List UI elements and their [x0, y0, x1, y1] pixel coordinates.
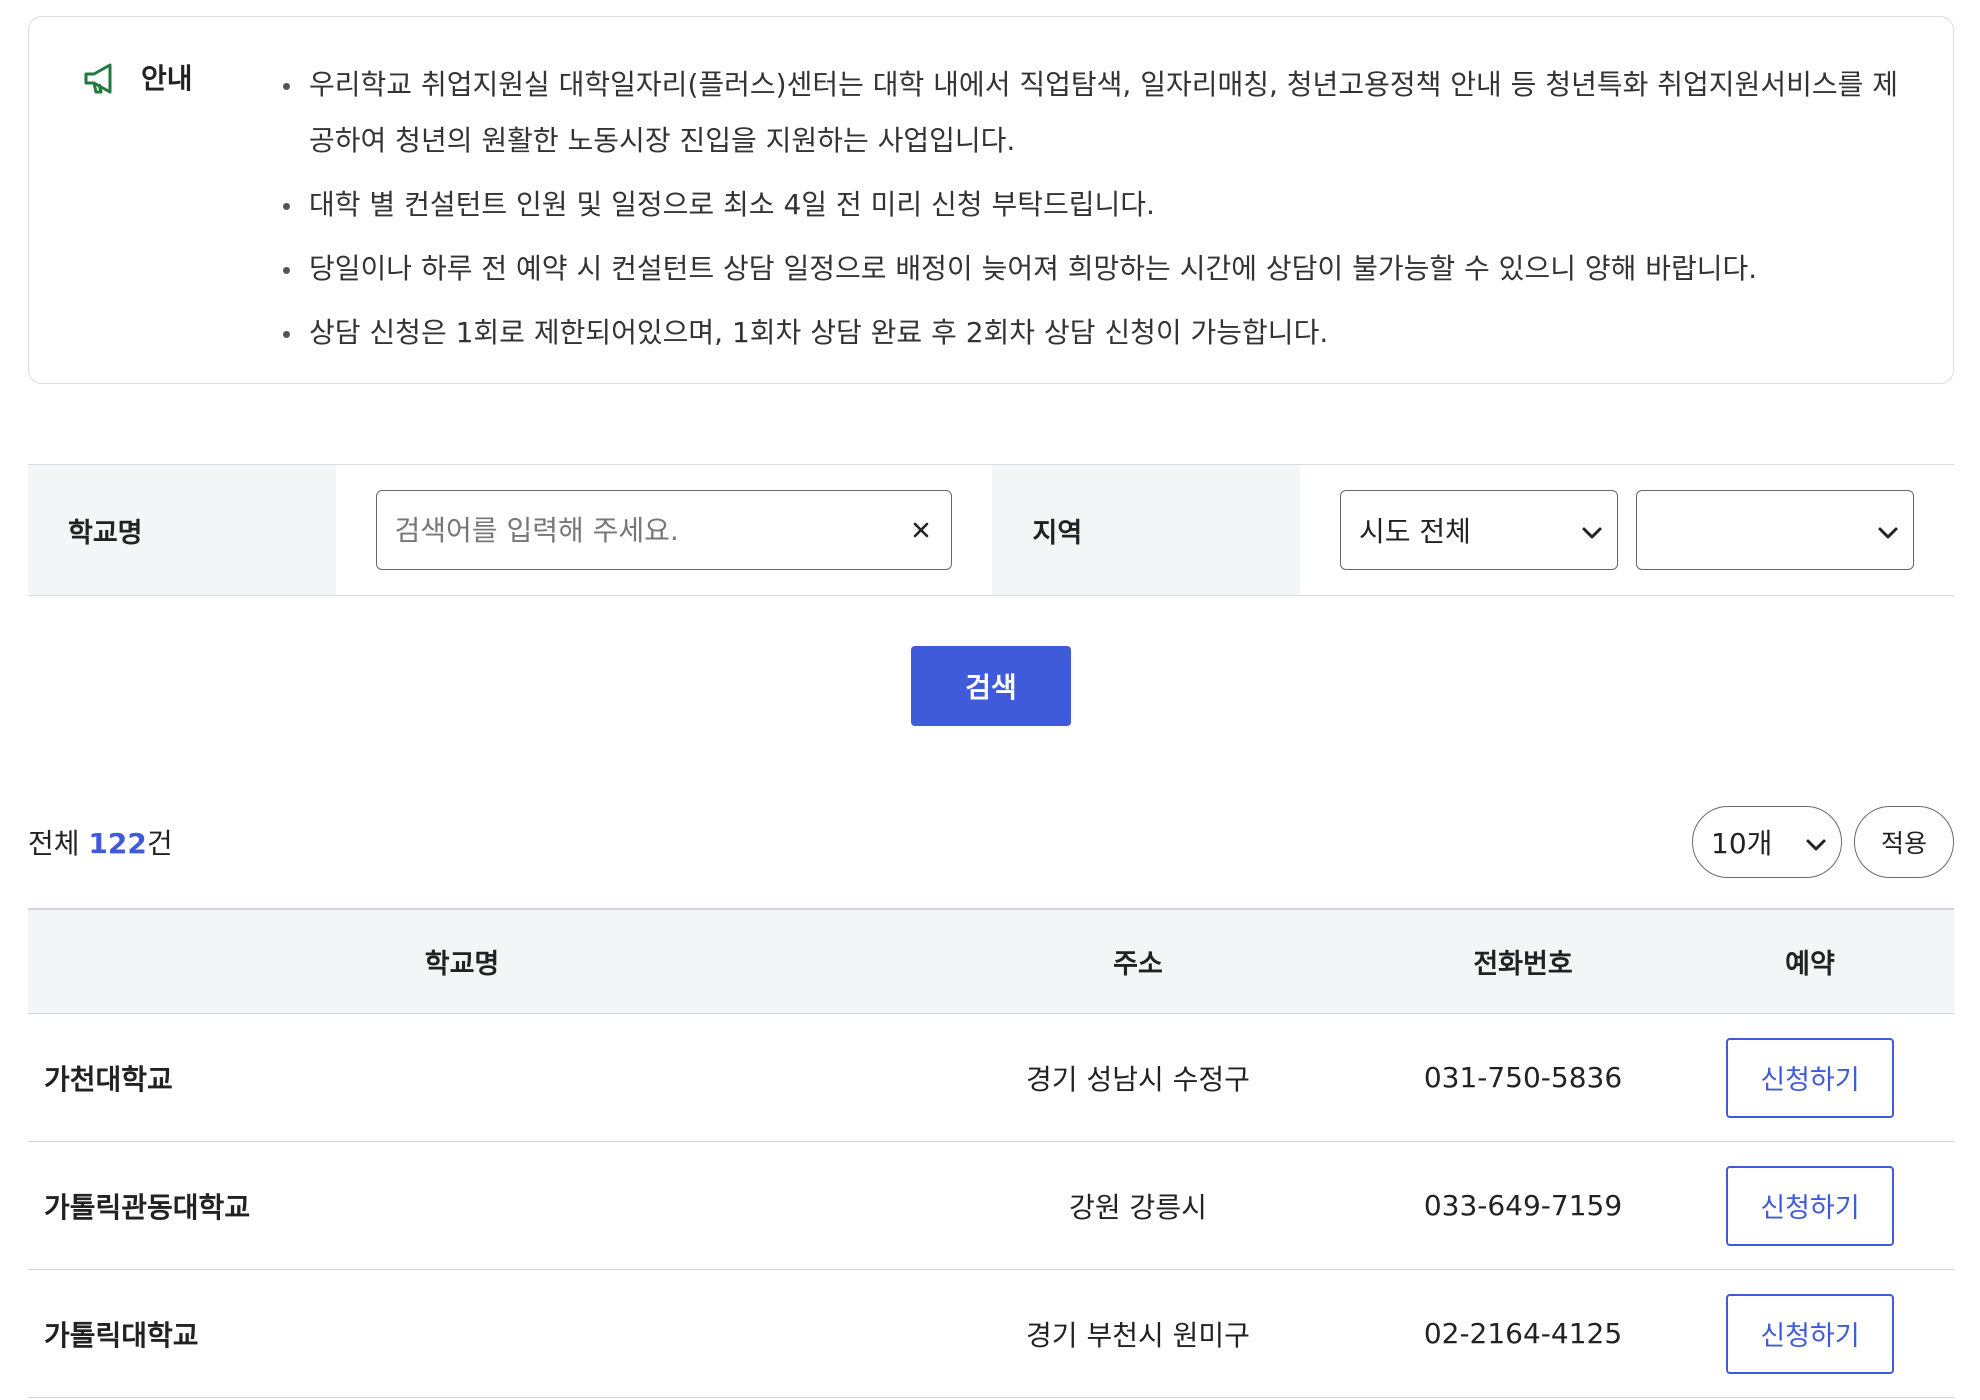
- table-header: 학교명 주소 전화번호 예약: [28, 910, 1954, 1014]
- school-name-cell: [336, 465, 993, 595]
- school-name: 가톨릭대학교: [44, 1318, 199, 1352]
- school-phone: 033-649-7159: [1423, 1189, 1623, 1222]
- header-phone: 전화번호: [1473, 949, 1573, 980]
- sido-select-value: 시도 전체: [1359, 515, 1471, 548]
- chevron-down-icon: [1877, 514, 1899, 547]
- table-row: 가톨릭대학교 경기 부천시 원미구 02-2164-4125 신청하기: [28, 1270, 1954, 1398]
- megaphone-icon: [81, 57, 121, 103]
- reserve-cell: 신청하기: [1666, 1165, 1954, 1246]
- reserve-button[interactable]: 신청하기: [1726, 1293, 1894, 1374]
- chevron-down-icon: [1805, 826, 1827, 859]
- school-name: 가천대학교: [44, 1062, 173, 1096]
- school-phone: 02-2164-4125: [1423, 1317, 1623, 1350]
- sigungu-select[interactable]: [1636, 490, 1914, 570]
- search-form: 학교명 지역 시도 전체: [28, 464, 1954, 596]
- chevron-down-icon: [1581, 514, 1603, 547]
- school-phone: 031-750-5836: [1423, 1061, 1623, 1094]
- notice-box: 안내 우리학교 취업지원실 대학일자리(플러스)센터는 대학 내에서 직업탐색,…: [28, 16, 1954, 384]
- school-address: 경기 성남시 수정구: [1026, 1062, 1250, 1096]
- sido-select[interactable]: 시도 전체: [1340, 490, 1618, 570]
- table-row: 가톨릭관동대학교 강원 강릉시 033-649-7159 신청하기: [28, 1142, 1954, 1270]
- result-bar: 전체 122건 10개 적용: [28, 806, 1954, 878]
- page-size-controls: 10개 적용: [1692, 806, 1954, 878]
- table-row: 가천대학교 경기 성남시 수정구 031-750-5836 신청하기: [28, 1014, 1954, 1142]
- header-school-name: 학교명: [424, 949, 500, 980]
- notice-title: 안내: [141, 62, 193, 95]
- notice-item: 대학 별 컨설턴트 인원 및 일정으로 최소 4일 전 미리 신청 부탁드립니다…: [281, 177, 1903, 233]
- total-prefix: 전체: [28, 827, 89, 860]
- school-address: 경기 부천시 원미구: [1026, 1318, 1250, 1352]
- total-count: 122: [88, 827, 147, 860]
- reserve-button[interactable]: 신청하기: [1726, 1165, 1894, 1246]
- page: 안내 우리학교 취업지원실 대학일자리(플러스)센터는 대학 내에서 직업탐색,…: [28, 16, 1954, 1398]
- total-count-text: 전체 122건: [28, 822, 173, 862]
- search-input[interactable]: [376, 491, 952, 569]
- reserve-cell: 신청하기: [1666, 1037, 1954, 1118]
- page-size-select[interactable]: 10개: [1692, 806, 1842, 878]
- page-size-value: 10개: [1711, 827, 1773, 860]
- notice-header: 안내: [81, 57, 261, 383]
- search-button-row: 검색: [28, 646, 1954, 726]
- header-reserve: 예약: [1785, 949, 1835, 980]
- school-address: 강원 강릉시: [1069, 1190, 1207, 1224]
- search-button[interactable]: 검색: [911, 646, 1071, 726]
- reserve-cell: 신청하기: [1666, 1293, 1954, 1374]
- notice-item: 상담 신청은 1회로 제한되어있으며, 1회차 상담 완료 후 2회차 상담 신…: [281, 305, 1903, 361]
- apply-button[interactable]: 적용: [1854, 806, 1954, 878]
- reserve-button[interactable]: 신청하기: [1726, 1037, 1894, 1118]
- region-cell: 시도 전체: [1300, 465, 1954, 595]
- total-suffix: 건: [146, 827, 173, 860]
- school-name-label: 학교명: [28, 465, 336, 595]
- notice-list: 우리학교 취업지원실 대학일자리(플러스)센터는 대학 내에서 직업탐색, 일자…: [261, 57, 1903, 383]
- school-name: 가톨릭관동대학교: [44, 1190, 251, 1224]
- school-table: 학교명 주소 전화번호 예약 가천대학교 경기 성남시 수정구 031-750-…: [28, 908, 1954, 1398]
- notice-item: 당일이나 하루 전 예약 시 컨설턴트 상담 일정으로 배정이 늦어져 희망하는…: [281, 241, 1903, 297]
- notice-item: 우리학교 취업지원실 대학일자리(플러스)센터는 대학 내에서 직업탐색, 일자…: [281, 57, 1903, 169]
- header-address: 주소: [1113, 949, 1163, 980]
- region-label: 지역: [992, 465, 1300, 595]
- search-input-wrapper: [375, 490, 953, 570]
- close-icon[interactable]: [905, 514, 937, 546]
